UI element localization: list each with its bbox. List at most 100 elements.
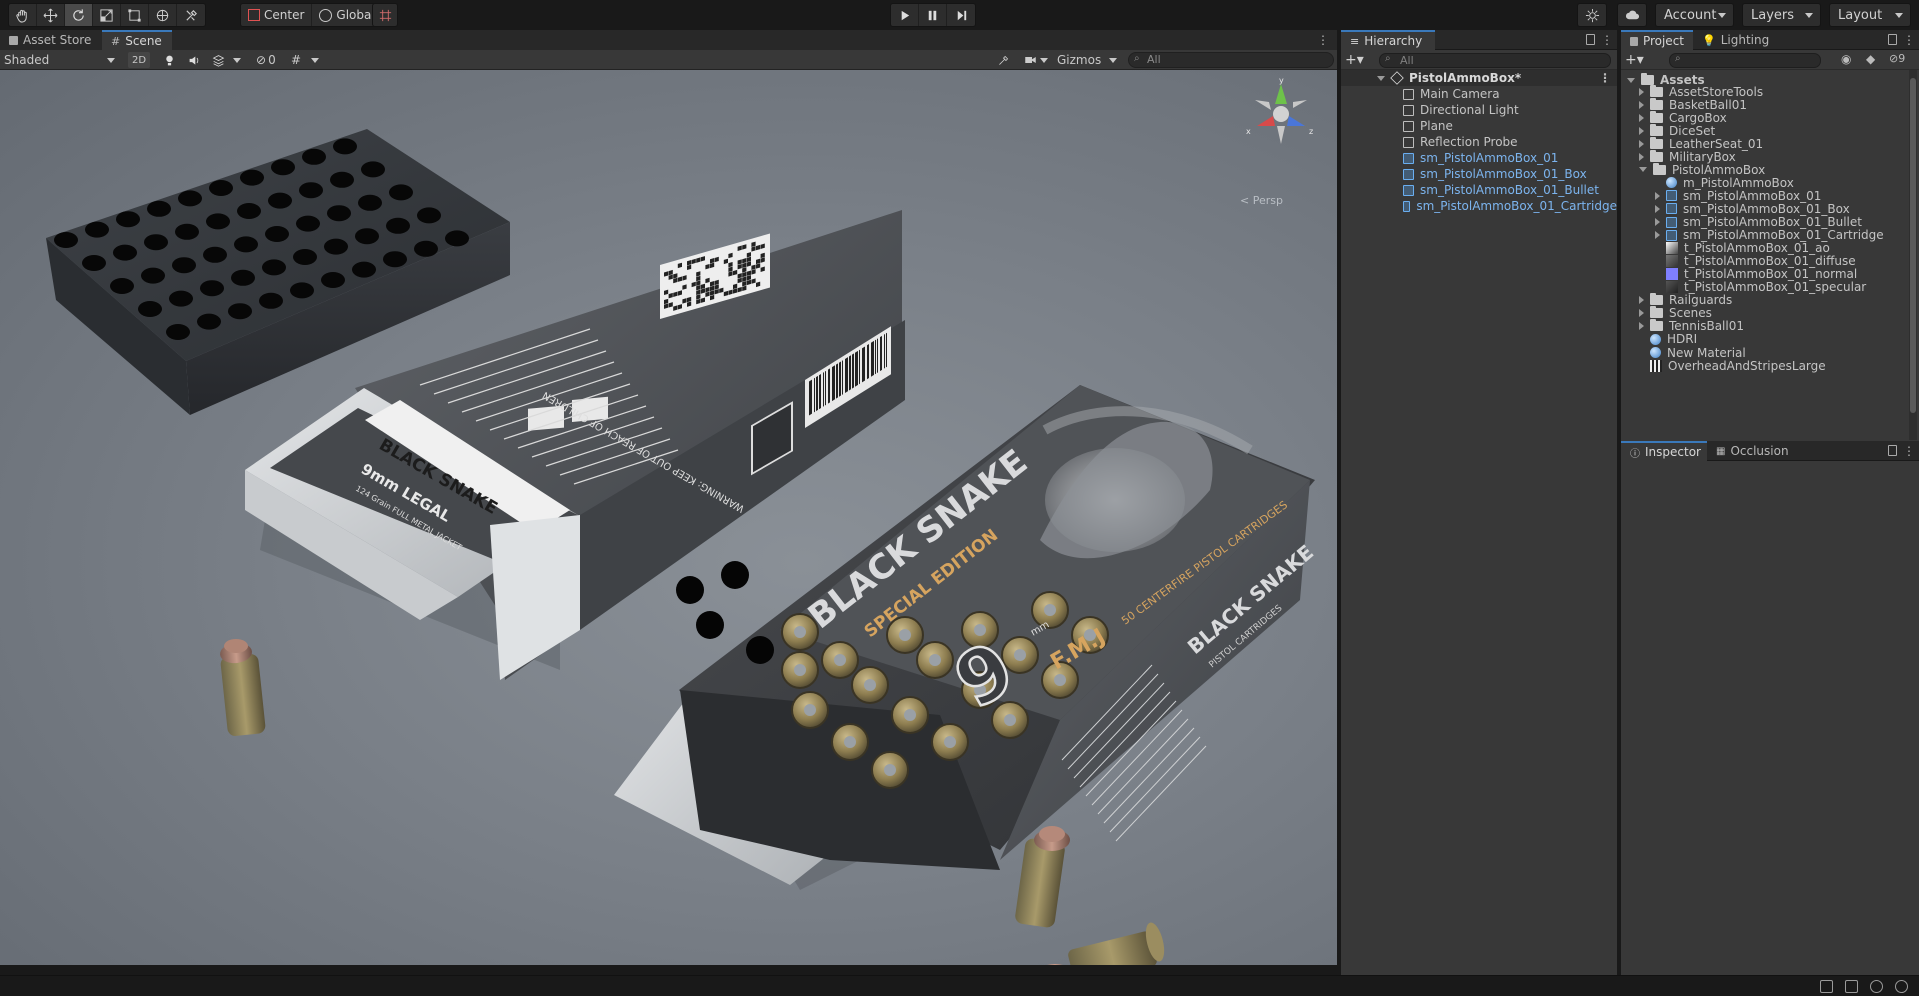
move-tool-icon[interactable] <box>37 4 65 26</box>
services-button[interactable] <box>1577 3 1607 27</box>
hierarchy-item[interactable]: sm_PistolAmmoBox_01 <box>1341 150 1617 166</box>
hidden-packages-toggle[interactable]: ⊘9 <box>1889 52 1905 65</box>
tab-project[interactable]: Project <box>1621 30 1693 50</box>
kebab-menu-icon[interactable]: ⋮ <box>1903 33 1915 47</box>
lock-icon[interactable] <box>1586 34 1595 45</box>
audio-toggle-icon[interactable] <box>188 52 202 68</box>
chevron-right-icon[interactable] <box>1639 139 1644 148</box>
draw-mode-dropdown[interactable]: Shaded <box>4 52 119 68</box>
project-item[interactable]: Railguards <box>1621 293 1919 307</box>
create-asset-button[interactable]: +▾ <box>1625 52 1644 68</box>
lock-icon[interactable] <box>1888 445 1897 456</box>
project-item[interactable]: t_PistolAmmoBox_01_normal <box>1621 267 1919 281</box>
project-item[interactable]: sm_PistolAmmoBox_01_Box <box>1621 202 1919 216</box>
transform-tool-icon[interactable] <box>149 4 177 26</box>
project-item[interactable]: OverheadAndStripesLarge <box>1621 359 1919 373</box>
project-item[interactable]: BasketBall01 <box>1621 97 1919 112</box>
rotate-tool-icon[interactable] <box>65 4 93 26</box>
project-item[interactable]: CargoBox <box>1621 110 1919 125</box>
tools-icon[interactable] <box>997 52 1013 68</box>
tab-asset-store[interactable]: Asset Store <box>0 30 102 50</box>
hierarchy-item[interactable]: sm_PistolAmmoBox_01_Box <box>1341 166 1617 182</box>
chevron-right-icon[interactable] <box>1639 296 1644 305</box>
rect-tool-icon[interactable] <box>121 4 149 26</box>
custom-tool-icon[interactable] <box>177 4 205 26</box>
scene-search-input[interactable]: All <box>1128 52 1334 68</box>
chevron-right-icon[interactable] <box>1639 309 1644 318</box>
tab-lighting[interactable]: 💡 Lighting <box>1693 30 1775 50</box>
project-item[interactable]: PistolAmmoBox <box>1621 162 1919 177</box>
hierarchy-item[interactable]: sm_PistolAmmoBox_01_Cartridge <box>1341 198 1617 214</box>
chevron-down-icon[interactable] <box>1639 167 1647 173</box>
layers-dropdown[interactable]: Layers <box>1742 3 1821 27</box>
layout-dropdown[interactable]: Layout <box>1829 3 1911 27</box>
hierarchy-search-input[interactable]: All <box>1379 53 1611 68</box>
chevron-right-icon[interactable] <box>1639 87 1644 96</box>
grid-snap-button[interactable] <box>372 3 398 27</box>
database-icon[interactable] <box>1845 980 1858 993</box>
hierarchy-item[interactable]: Plane <box>1341 118 1617 134</box>
chevron-right-icon[interactable] <box>1639 126 1644 135</box>
check-circle-icon[interactable] <box>1895 980 1908 993</box>
project-item[interactable]: t_PistolAmmoBox_01_ao <box>1621 241 1919 255</box>
bug-icon[interactable] <box>1820 980 1833 993</box>
effects-dropdown[interactable] <box>212 52 242 68</box>
lighting-toggle-icon[interactable] <box>163 52 177 68</box>
tab-scene[interactable]: # Scene <box>102 30 172 50</box>
project-scrollbar[interactable] <box>1909 70 1917 440</box>
scene-root-row[interactable]: PistolAmmoBox* ⋮ <box>1341 70 1617 86</box>
filter-by-label-icon[interactable]: ◆ <box>1866 52 1875 66</box>
play-button[interactable] <box>891 4 919 26</box>
chevron-right-icon[interactable] <box>1655 191 1660 200</box>
chevron-right-icon[interactable] <box>1655 231 1660 240</box>
lock-icon[interactable] <box>1888 34 1897 45</box>
cloud-button[interactable] <box>1617 3 1647 27</box>
scene-viewport[interactable]: BLACK SNAKE 9mm LEGAL 124 Grain FULL MET… <box>0 70 1337 965</box>
chevron-right-icon[interactable] <box>1655 204 1660 213</box>
kebab-menu-icon[interactable]: ⋮ <box>1599 71 1611 85</box>
pause-button[interactable] <box>919 4 947 26</box>
chevron-right-icon[interactable] <box>1639 322 1644 331</box>
add-object-button[interactable]: +▾ <box>1345 52 1364 68</box>
chevron-right-icon[interactable] <box>1639 113 1644 122</box>
camera-dropdown[interactable] <box>1024 52 1048 68</box>
project-item[interactable]: MilitaryBox <box>1621 149 1919 164</box>
project-item[interactable]: HDRI <box>1621 332 1919 346</box>
project-item[interactable]: AssetStoreTools <box>1621 84 1919 99</box>
tab-hierarchy[interactable]: ≡ Hierarchy <box>1341 30 1435 50</box>
scale-tool-icon[interactable] <box>93 4 121 26</box>
project-item[interactable]: TennisBall01 <box>1621 319 1919 333</box>
step-button[interactable] <box>947 4 975 26</box>
project-item[interactable]: t_PistolAmmoBox_01_diffuse <box>1621 254 1919 268</box>
orientation-gizmo[interactable]: y x z <box>1243 76 1319 152</box>
hierarchy-item[interactable]: Reflection Probe <box>1341 134 1617 150</box>
filter-by-type-icon[interactable]: ◉ <box>1841 52 1851 66</box>
hidden-objects-toggle[interactable]: ⊘ 0 <box>256 52 284 68</box>
tab-occlusion[interactable]: ▦ Occlusion <box>1707 441 1801 461</box>
kebab-menu-icon[interactable]: ⋮ <box>1601 33 1613 47</box>
account-dropdown[interactable]: Account <box>1655 3 1734 27</box>
project-item[interactable]: Scenes <box>1621 306 1919 320</box>
project-item[interactable]: sm_PistolAmmoBox_01_Bullet <box>1621 215 1919 229</box>
project-search-input[interactable] <box>1669 53 1821 68</box>
chevron-right-icon[interactable] <box>1639 152 1644 161</box>
network-icon[interactable] <box>1870 980 1883 993</box>
hierarchy-item[interactable]: sm_PistolAmmoBox_01_Bullet <box>1341 182 1617 198</box>
project-item[interactable]: t_PistolAmmoBox_01_specular <box>1621 280 1919 294</box>
project-item[interactable]: m_PistolAmmoBox <box>1621 176 1919 190</box>
hierarchy-item[interactable]: Directional Light <box>1341 102 1617 118</box>
project-item[interactable]: DiceSet <box>1621 123 1919 138</box>
toggle-2d-button[interactable]: 2D <box>128 52 150 68</box>
project-item[interactable]: LeatherSeat_01 <box>1621 136 1919 151</box>
grid-visibility-dropdown[interactable]: # <box>291 52 323 68</box>
tab-inspector[interactable]: ⓘ Inspector <box>1621 441 1707 461</box>
chevron-right-icon[interactable] <box>1639 100 1644 109</box>
projection-label[interactable]: < Persp <box>1240 194 1283 207</box>
pivot-mode-toggle[interactable]: Center <box>241 4 313 26</box>
kebab-menu-icon[interactable]: ⋮ <box>1903 444 1915 458</box>
project-item[interactable]: New Material <box>1621 346 1919 360</box>
kebab-menu-icon[interactable]: ⋮ <box>1317 33 1329 47</box>
chevron-right-icon[interactable] <box>1655 218 1660 226</box>
project-item[interactable]: sm_PistolAmmoBox_01 <box>1621 189 1919 203</box>
hierarchy-item[interactable]: Main Camera <box>1341 86 1617 102</box>
